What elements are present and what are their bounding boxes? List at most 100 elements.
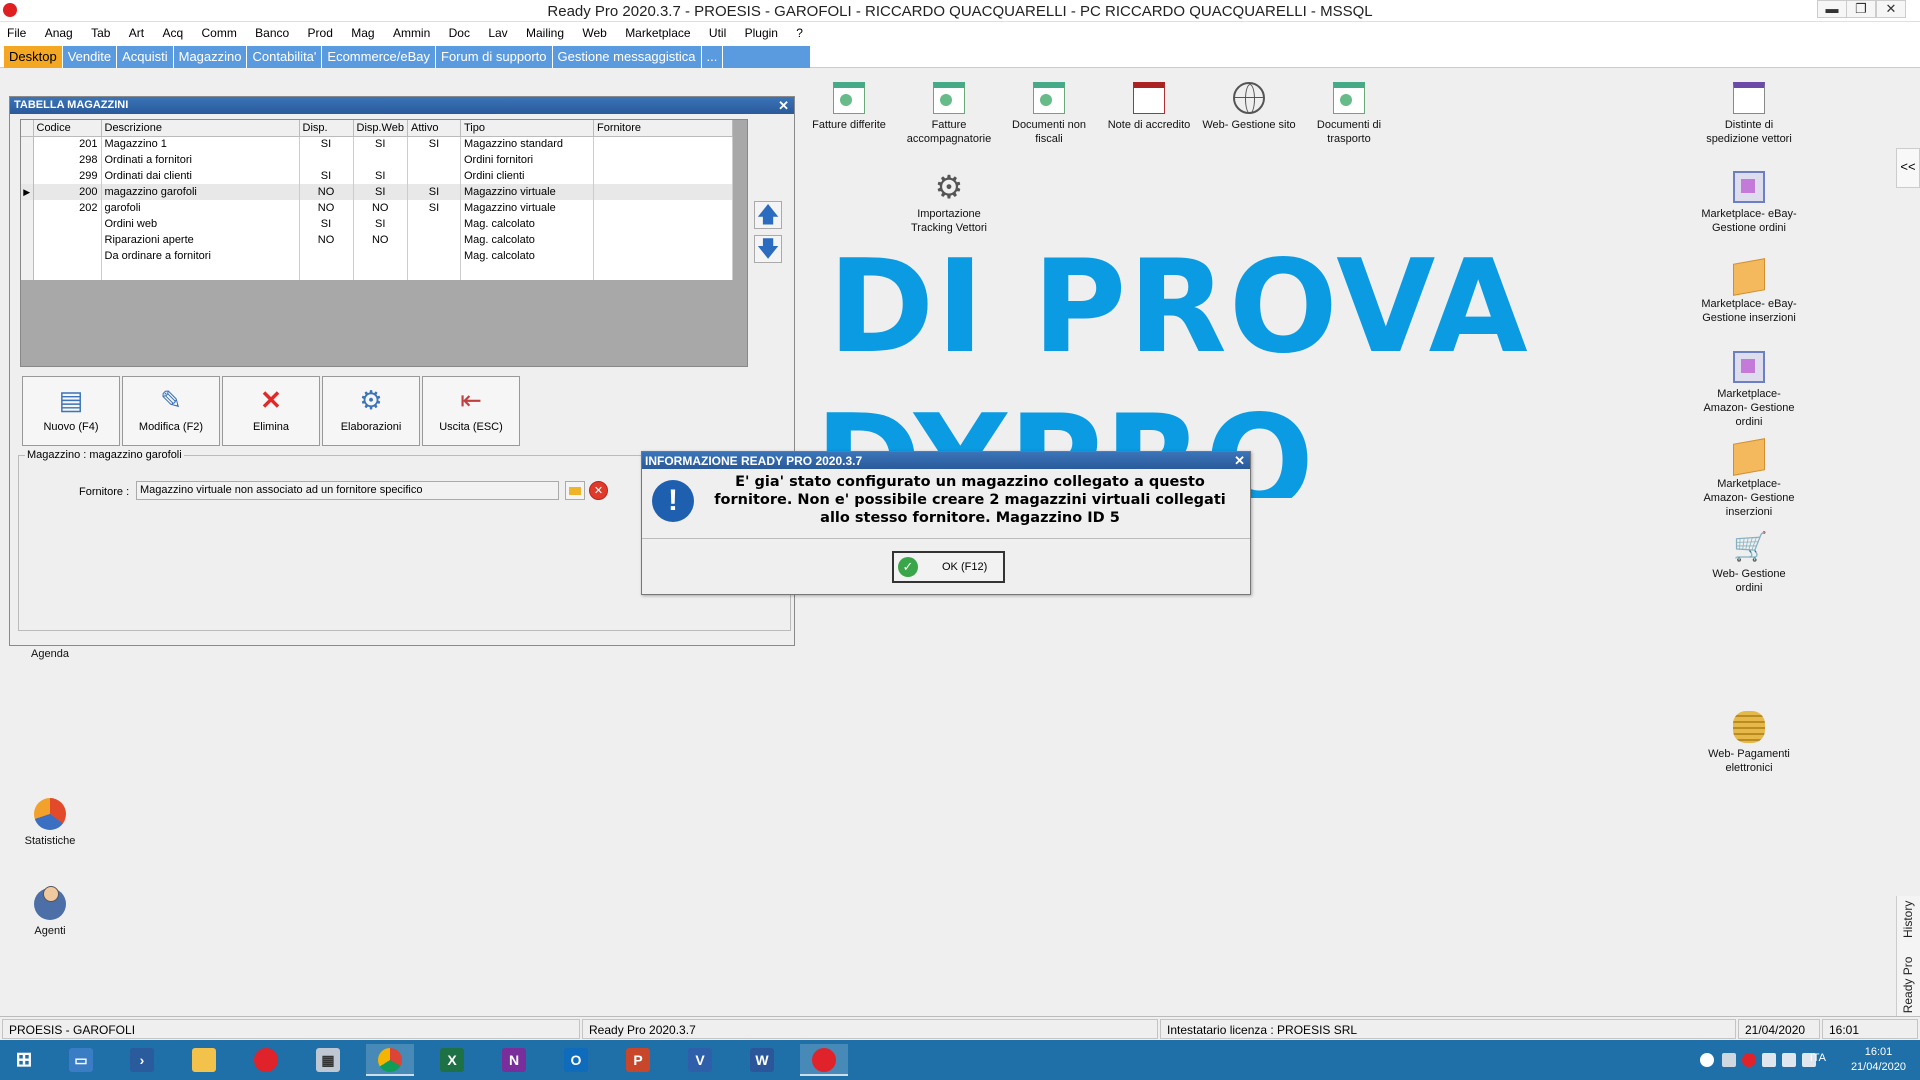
taskbar-word[interactable]: W xyxy=(738,1044,786,1076)
move-down-button[interactable]: 🡇 xyxy=(754,235,782,263)
desktop-icon-ebay-ordini[interactable]: Marketplace- eBay- Gestione ordini xyxy=(1699,171,1799,235)
desktop-icon-documenti-non-fiscali[interactable]: Documenti non fiscali xyxy=(999,82,1099,146)
column-header[interactable]: Fornitore xyxy=(593,120,734,137)
taskbar-chrome[interactable] xyxy=(366,1044,414,1076)
menu-acq[interactable]: Acq xyxy=(155,22,191,40)
desktop-icon-documenti-trasporto[interactable]: Documenti di trasporto xyxy=(1299,82,1399,146)
column-header[interactable]: Descrizione xyxy=(101,120,300,137)
table-row[interactable]: Ordini web SI SI Mag. calcolato xyxy=(21,216,734,232)
menu-prod[interactable]: Prod xyxy=(301,22,341,40)
table-row-current[interactable]: ▶ 200 magazzino garofoli NO SI SI Magazz… xyxy=(21,184,734,200)
menu-mailing[interactable]: Mailing xyxy=(519,22,572,40)
column-header[interactable]: Tipo xyxy=(460,120,594,137)
desktop-icon-agenda[interactable]: Agenda xyxy=(0,647,100,661)
taskbar-excel[interactable]: X xyxy=(428,1044,476,1076)
table-row[interactable]: 202 garofoli NO NO SI Magazzino virtuale xyxy=(21,200,734,216)
column-header[interactable]: Codice xyxy=(33,120,102,137)
clock[interactable]: 16:01 21/04/2020 xyxy=(1851,1045,1906,1075)
taskbar-powerpoint[interactable]: P xyxy=(614,1044,662,1076)
history-tab[interactable]: History xyxy=(1901,901,1915,938)
tab-magazzino[interactable]: Magazzino xyxy=(174,46,248,68)
row-selector[interactable] xyxy=(21,168,34,184)
current-row-marker[interactable]: ▶ xyxy=(21,184,34,200)
menu-util[interactable]: Util xyxy=(702,22,734,40)
minimize-button[interactable]: ▬ xyxy=(1817,0,1847,18)
row-selector[interactable] xyxy=(21,248,34,264)
taskbar-onenote[interactable]: N xyxy=(490,1044,538,1076)
elaborazioni-button[interactable]: ⚙ Elaborazioni xyxy=(322,376,420,446)
modifica-button[interactable]: ✎ Modifica (F2) xyxy=(122,376,220,446)
language-indicator[interactable]: ITA xyxy=(1810,1052,1826,1064)
network-tray-icon[interactable] xyxy=(1722,1053,1736,1067)
elimina-button[interactable]: ✕ Elimina xyxy=(222,376,320,446)
desktop-icon-web-pagamenti[interactable]: Web- Pagamenti elettronici xyxy=(1699,711,1799,775)
taskbar-visio[interactable]: V xyxy=(676,1044,724,1076)
taskbar-outlook[interactable]: O xyxy=(552,1044,600,1076)
row-selector[interactable] xyxy=(21,232,34,248)
table-row[interactable]: 298 Ordinati a fornitori Ordini fornitor… xyxy=(21,152,734,168)
menu-ammin[interactable]: Ammin xyxy=(386,22,438,40)
row-selector[interactable] xyxy=(21,216,34,232)
table-row[interactable]: 201 Magazzino 1 SI SI SI Magazzino stand… xyxy=(21,136,734,152)
menu-mag[interactable]: Mag xyxy=(344,22,382,40)
menu-banco[interactable]: Banco xyxy=(248,22,297,40)
desktop-icon-web-gestione-ordini[interactable]: 🛒 Web- Gestione ordini xyxy=(1699,531,1799,595)
browse-fornitore-button[interactable] xyxy=(565,481,585,500)
desktop-icon-amazon-inserzioni[interactable]: Marketplace- Amazon- Gestione inserzioni xyxy=(1699,438,1799,519)
close-icon[interactable]: ✕ xyxy=(778,98,789,114)
menu-lav[interactable]: Lav xyxy=(481,22,515,40)
taskbar-computer[interactable]: ▭ xyxy=(57,1044,105,1076)
menu-doc[interactable]: Doc xyxy=(442,22,478,40)
desktop-icon-ebay-inserzioni[interactable]: Marketplace- eBay- Gestione inserzioni xyxy=(1699,258,1799,325)
desktop-icon-statistiche[interactable]: Statistiche xyxy=(0,798,100,848)
readypro-tray-icon[interactable] xyxy=(1742,1053,1756,1067)
tab-vendite[interactable]: Vendite xyxy=(63,46,118,68)
desktop-icon-fatture-accompagnatorie[interactable]: Fatture accompagnatorie xyxy=(899,82,999,146)
maximize-button[interactable]: ❐ xyxy=(1846,0,1876,18)
dialog-close-icon[interactable]: ✕ xyxy=(1234,453,1245,469)
menu-file[interactable]: File xyxy=(0,22,34,40)
taskbar-explorer[interactable] xyxy=(180,1044,228,1076)
taskbar-readypro-active[interactable] xyxy=(800,1044,848,1076)
row-selector[interactable] xyxy=(21,136,34,152)
uscita-button[interactable]: ⇤ Uscita (ESC) xyxy=(422,376,520,446)
menu-anag[interactable]: Anag xyxy=(38,22,81,40)
wifi-tray-icon[interactable] xyxy=(1782,1053,1796,1067)
fornitore-field[interactable]: Magazzino virtuale non associato ad un f… xyxy=(136,481,559,500)
column-header[interactable]: Disp.Web xyxy=(353,120,408,137)
move-up-button[interactable]: 🡅 xyxy=(754,201,782,229)
menu-art[interactable]: Art xyxy=(122,22,152,40)
menu-tab[interactable]: Tab xyxy=(84,22,118,40)
tab-ecommerce-ebay[interactable]: Ecommerce/eBay xyxy=(322,46,436,68)
tab-contabilita[interactable]: Contabilita' xyxy=(247,46,323,68)
ok-button[interactable]: ✓ OK (F12) xyxy=(892,551,1005,583)
flag-tray-icon[interactable] xyxy=(1762,1053,1776,1067)
desktop-icon-note-accredito[interactable]: Note di accredito xyxy=(1099,82,1199,132)
menu-help[interactable]: ? xyxy=(789,22,811,40)
table-row[interactable]: Riparazioni aperte NO NO Mag. calcolato xyxy=(21,232,734,248)
column-header[interactable]: Attivo xyxy=(407,120,461,137)
tab-forum-supporto[interactable]: Forum di supporto xyxy=(436,46,553,68)
teamviewer-tray-icon[interactable] xyxy=(1700,1053,1714,1067)
nuovo-button[interactable]: ▤ Nuovo (F4) xyxy=(22,376,120,446)
row-selector[interactable] xyxy=(21,152,34,168)
menu-marketplace[interactable]: Marketplace xyxy=(618,22,698,40)
taskbar-readypro[interactable] xyxy=(242,1044,290,1076)
tab-acquisti[interactable]: Acquisti xyxy=(117,46,174,68)
tab-gestione-messaggistica[interactable]: Gestione messaggistica xyxy=(553,46,702,68)
column-header[interactable]: Disp. xyxy=(299,120,354,137)
side-panel-toggle[interactable]: << xyxy=(1896,148,1920,188)
start-button[interactable]: ⊞ xyxy=(0,1044,48,1076)
desktop-icon-distinte-spedizione[interactable]: Distinte di spedizione vettori xyxy=(1699,82,1799,146)
tab-desktop[interactable]: Desktop xyxy=(4,46,63,68)
desktop-icon-web-gestione-sito[interactable]: Web- Gestione sito xyxy=(1199,82,1299,132)
taskbar-powershell[interactable]: › xyxy=(118,1044,166,1076)
menu-web[interactable]: Web xyxy=(575,22,614,40)
menu-plugin[interactable]: Plugin xyxy=(738,22,786,40)
taskbar-calculator[interactable]: ▦ xyxy=(304,1044,352,1076)
desktop-icon-fatture-differite[interactable]: Fatture differite xyxy=(799,82,899,132)
row-selector[interactable] xyxy=(21,200,34,216)
table-row[interactable]: 299 Ordinati dai clienti SI SI Ordini cl… xyxy=(21,168,734,184)
desktop-icon-agenti[interactable]: Agenti xyxy=(0,886,100,938)
table-row[interactable]: Da ordinare a fornitori Mag. calcolato xyxy=(21,248,734,264)
